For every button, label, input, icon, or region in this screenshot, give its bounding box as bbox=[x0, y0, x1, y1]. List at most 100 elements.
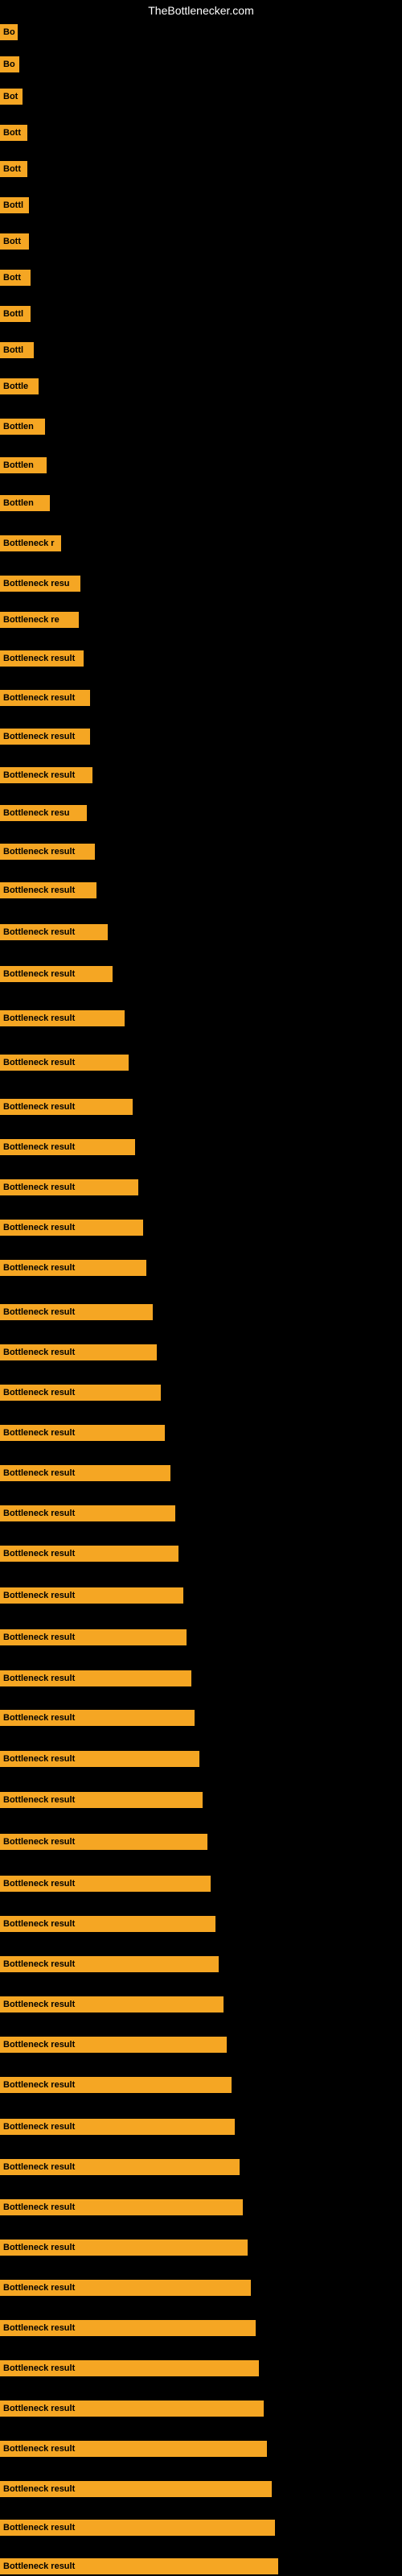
bar-49: Bottleneck result bbox=[0, 1916, 215, 1932]
bar-row-49: Bottleneck result bbox=[0, 1916, 215, 1932]
bar-label-7: Bott bbox=[3, 237, 21, 246]
bar-label-29: Bottleneck result bbox=[3, 1102, 75, 1112]
bar-row-32: Bottleneck result bbox=[0, 1220, 143, 1236]
bar-58: Bottleneck result bbox=[0, 2280, 251, 2296]
bar-28: Bottleneck result bbox=[0, 1055, 129, 1071]
bar-label-30: Bottleneck result bbox=[3, 1142, 75, 1152]
bar-row-31: Bottleneck result bbox=[0, 1179, 138, 1195]
bar-row-59: Bottleneck result bbox=[0, 2320, 256, 2336]
bar-label-8: Bott bbox=[3, 273, 21, 283]
bar-row-17: Bottleneck re bbox=[0, 612, 79, 628]
bar-row-5: Bott bbox=[0, 161, 27, 177]
bar-31: Bottleneck result bbox=[0, 1179, 138, 1195]
bar-row-46: Bottleneck result bbox=[0, 1792, 203, 1808]
bar-row-3: Bot bbox=[0, 89, 23, 105]
bar-row-53: Bottleneck result bbox=[0, 2077, 232, 2093]
site-title: TheBottlenecker.com bbox=[148, 4, 254, 17]
bar-label-27: Bottleneck result bbox=[3, 1013, 75, 1023]
bar-1: Bo bbox=[0, 24, 18, 40]
bar-row-51: Bottleneck result bbox=[0, 1996, 224, 2013]
bar-label-64: Bottleneck result bbox=[3, 2523, 75, 2533]
bar-34: Bottleneck result bbox=[0, 1304, 153, 1320]
bar-22: Bottleneck resu bbox=[0, 805, 87, 821]
bar-19: Bottleneck result bbox=[0, 690, 90, 706]
bar-row-9: Bottl bbox=[0, 306, 31, 322]
bar-label-15: Bottleneck r bbox=[3, 539, 55, 548]
bar-38: Bottleneck result bbox=[0, 1465, 170, 1481]
bar-label-18: Bottleneck result bbox=[3, 654, 75, 663]
bar-row-60: Bottleneck result bbox=[0, 2360, 259, 2376]
bar-label-12: Bottlen bbox=[3, 422, 34, 431]
bar-label-37: Bottleneck result bbox=[3, 1428, 75, 1438]
bar-row-56: Bottleneck result bbox=[0, 2199, 243, 2215]
bar-39: Bottleneck result bbox=[0, 1505, 175, 1521]
bar-label-32: Bottleneck result bbox=[3, 1223, 75, 1232]
bar-row-13: Bottlen bbox=[0, 457, 47, 473]
bar-20: Bottleneck result bbox=[0, 729, 90, 745]
bar-row-36: Bottleneck result bbox=[0, 1385, 161, 1401]
bar-label-40: Bottleneck result bbox=[3, 1549, 75, 1558]
bar-label-11: Bottle bbox=[3, 382, 28, 391]
bar-59: Bottleneck result bbox=[0, 2320, 256, 2336]
bar-4: Bott bbox=[0, 125, 27, 141]
bar-54: Bottleneck result bbox=[0, 2119, 235, 2135]
bar-row-57: Bottleneck result bbox=[0, 2240, 248, 2256]
bar-label-44: Bottleneck result bbox=[3, 1713, 75, 1723]
bar-row-10: Bottl bbox=[0, 342, 34, 358]
bar-label-46: Bottleneck result bbox=[3, 1795, 75, 1805]
bar-35: Bottleneck result bbox=[0, 1344, 157, 1360]
bar-label-39: Bottleneck result bbox=[3, 1509, 75, 1518]
bar-row-1: Bo bbox=[0, 24, 18, 40]
bar-8: Bott bbox=[0, 270, 31, 286]
bar-label-59: Bottleneck result bbox=[3, 2323, 75, 2333]
bar-43: Bottleneck result bbox=[0, 1670, 191, 1686]
bar-label-55: Bottleneck result bbox=[3, 2162, 75, 2172]
bar-9: Bottl bbox=[0, 306, 31, 322]
bar-row-54: Bottleneck result bbox=[0, 2119, 235, 2135]
bar-row-65: Bottleneck result bbox=[0, 2558, 278, 2574]
bar-label-38: Bottleneck result bbox=[3, 1468, 75, 1478]
bar-11: Bottle bbox=[0, 378, 39, 394]
bar-row-18: Bottleneck result bbox=[0, 650, 84, 667]
bar-48: Bottleneck result bbox=[0, 1876, 211, 1892]
bar-32: Bottleneck result bbox=[0, 1220, 143, 1236]
bar-56: Bottleneck result bbox=[0, 2199, 243, 2215]
bar-label-33: Bottleneck result bbox=[3, 1263, 75, 1273]
bar-row-8: Bott bbox=[0, 270, 31, 286]
bar-row-63: Bottleneck result bbox=[0, 2481, 272, 2497]
bar-label-56: Bottleneck result bbox=[3, 2202, 75, 2212]
bar-label-4: Bott bbox=[3, 128, 21, 138]
bar-label-10: Bottl bbox=[3, 345, 23, 355]
bar-label-57: Bottleneck result bbox=[3, 2243, 75, 2252]
bar-label-17: Bottleneck re bbox=[3, 615, 59, 625]
bar-33: Bottleneck result bbox=[0, 1260, 146, 1276]
bar-label-31: Bottleneck result bbox=[3, 1183, 75, 1192]
bar-row-52: Bottleneck result bbox=[0, 2037, 227, 2053]
bar-label-51: Bottleneck result bbox=[3, 2000, 75, 2009]
bar-row-39: Bottleneck result bbox=[0, 1505, 175, 1521]
bar-label-34: Bottleneck result bbox=[3, 1307, 75, 1317]
bar-16: Bottleneck resu bbox=[0, 576, 80, 592]
bar-12: Bottlen bbox=[0, 419, 45, 435]
bar-row-15: Bottleneck r bbox=[0, 535, 61, 551]
bar-label-23: Bottleneck result bbox=[3, 847, 75, 857]
bar-label-35: Bottleneck result bbox=[3, 1348, 75, 1357]
bar-row-2: Bo bbox=[0, 56, 19, 72]
bar-65: Bottleneck result bbox=[0, 2558, 278, 2574]
bar-row-37: Bottleneck result bbox=[0, 1425, 165, 1441]
bar-29: Bottleneck result bbox=[0, 1099, 133, 1115]
bar-3: Bot bbox=[0, 89, 23, 105]
bar-row-62: Bottleneck result bbox=[0, 2441, 267, 2457]
bar-26: Bottleneck result bbox=[0, 966, 113, 982]
bar-50: Bottleneck result bbox=[0, 1956, 219, 1972]
bar-row-20: Bottleneck result bbox=[0, 729, 90, 745]
bar-label-24: Bottleneck result bbox=[3, 886, 75, 895]
bar-label-19: Bottleneck result bbox=[3, 693, 75, 703]
bar-row-30: Bottleneck result bbox=[0, 1139, 135, 1155]
bar-46: Bottleneck result bbox=[0, 1792, 203, 1808]
bar-53: Bottleneck result bbox=[0, 2077, 232, 2093]
bar-51: Bottleneck result bbox=[0, 1996, 224, 2013]
bar-row-55: Bottleneck result bbox=[0, 2159, 240, 2175]
bar-23: Bottleneck result bbox=[0, 844, 95, 860]
bar-label-3: Bot bbox=[3, 92, 18, 101]
